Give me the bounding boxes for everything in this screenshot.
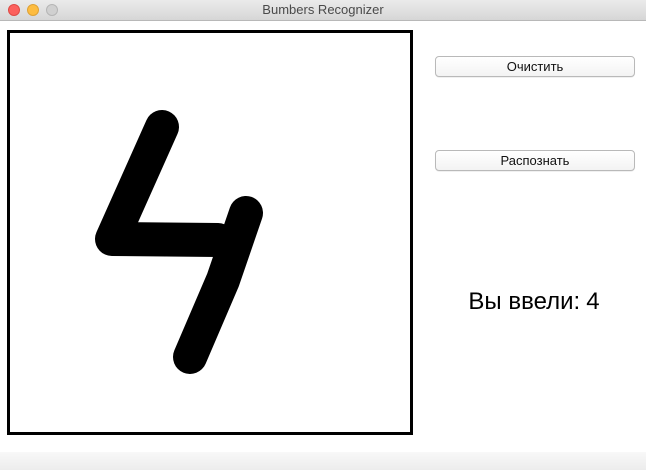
recognition-result: Вы ввели: 4	[434, 288, 634, 316]
drawing-surface[interactable]	[10, 33, 410, 432]
result-prefix: Вы ввели:	[468, 288, 581, 315]
app-window: Bumbers Recognizer Очистить Распознать В…	[0, 0, 646, 470]
result-value: 4	[586, 288, 600, 315]
drawn-digit-strokes	[95, 110, 263, 374]
window-title: Bumbers Recognizer	[262, 2, 384, 17]
window-bottom-bar	[0, 452, 646, 470]
stroke-diagonal-and-bar	[95, 110, 235, 257]
drawing-canvas[interactable]	[7, 30, 413, 435]
title-bar[interactable]: Bumbers Recognizer	[0, 0, 646, 21]
recognize-button[interactable]: Распознать	[435, 150, 635, 171]
clear-button[interactable]: Очистить	[435, 56, 635, 77]
